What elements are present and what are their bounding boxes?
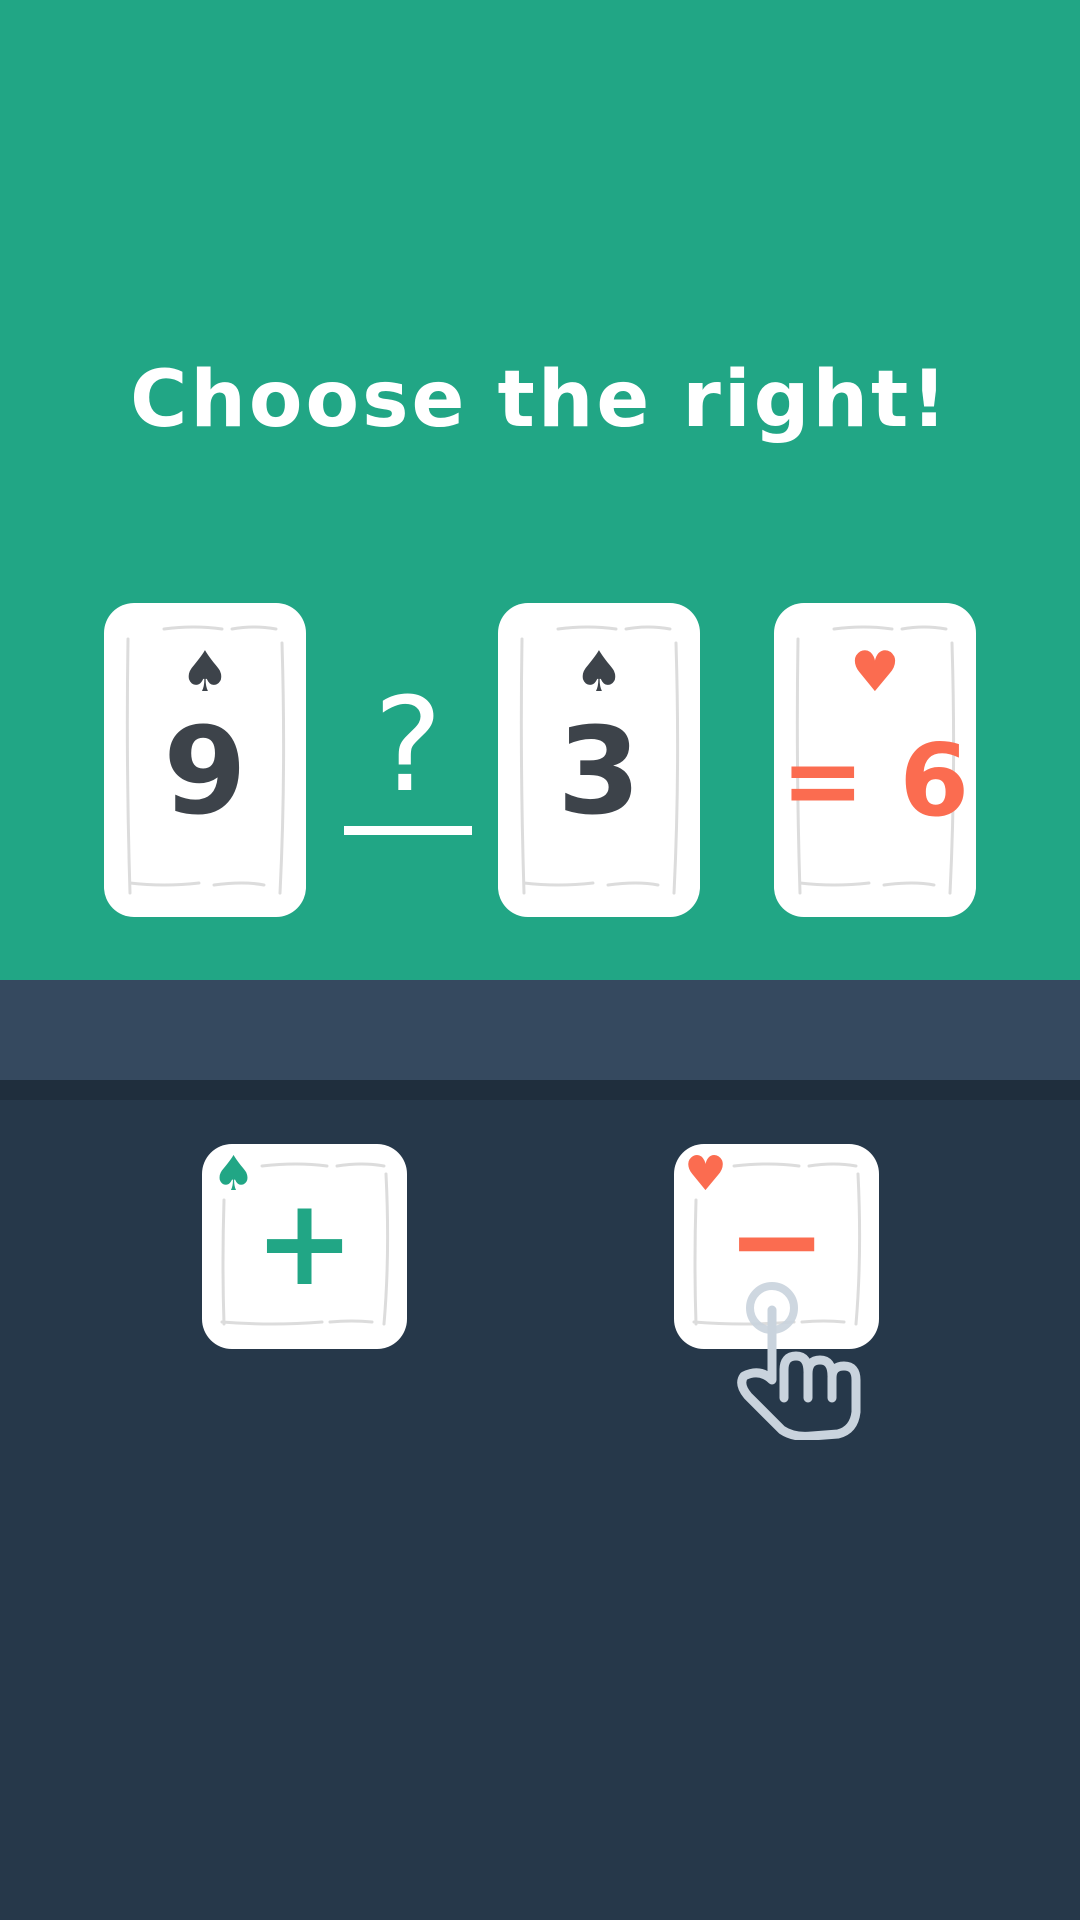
spade-icon: ♠ xyxy=(179,640,231,705)
operand-card-right: ♠ 3 xyxy=(498,603,700,917)
heart-icon: ♥ xyxy=(849,640,901,705)
pointing-hand-icon xyxy=(737,1282,861,1440)
operand-value: 3 xyxy=(557,703,641,842)
operator-placeholder: ? xyxy=(373,669,443,821)
operator-blank-line xyxy=(344,826,472,835)
result-card: ♥ = 6 xyxy=(774,603,976,917)
result-value: = 6 xyxy=(780,722,970,839)
operand-card-left: ♠ 9 xyxy=(104,603,306,917)
spade-icon: ♠ xyxy=(573,640,625,705)
plus-choice-button[interactable]: ♠ + xyxy=(202,1144,407,1349)
instruction-title: Choose the right! xyxy=(130,355,950,445)
plus-symbol: + xyxy=(254,1174,355,1313)
operand-value: 9 xyxy=(163,703,247,842)
divider-shadow xyxy=(0,1080,1080,1100)
divider-band xyxy=(0,980,1080,1080)
